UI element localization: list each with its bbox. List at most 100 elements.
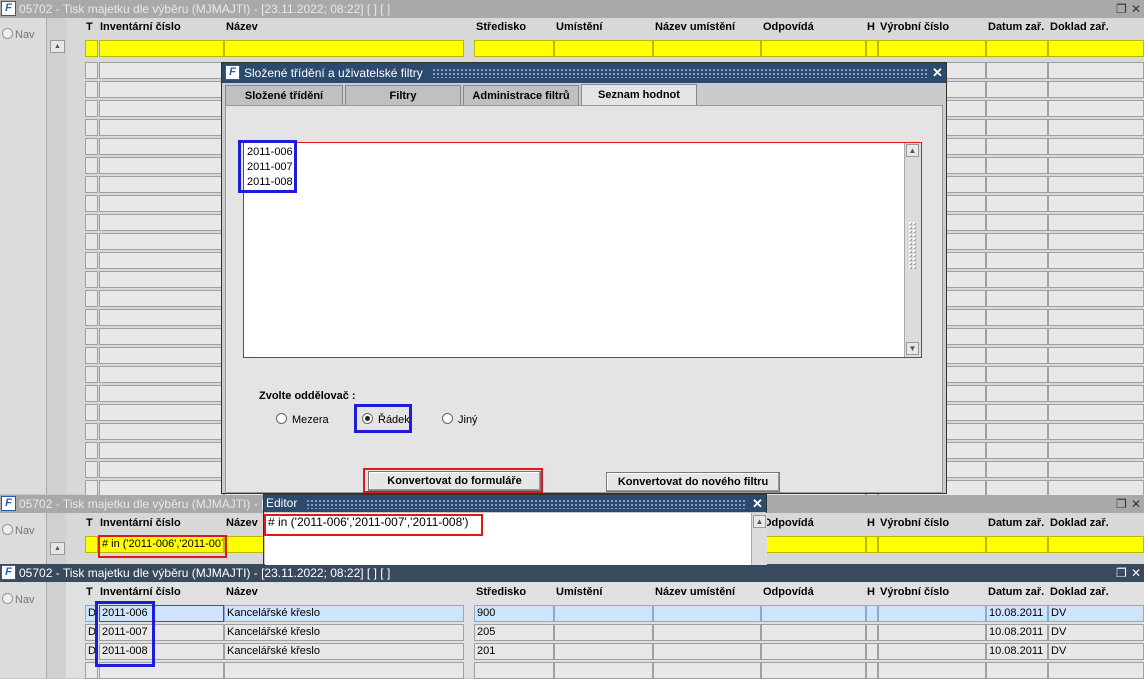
filter-cell-odpovida[interactable] (766, 536, 866, 553)
table-cell[interactable] (866, 662, 878, 679)
scroll-down-icon[interactable]: ▼ (906, 342, 919, 355)
table-cell[interactable] (1048, 100, 1144, 117)
table-cell[interactable] (85, 347, 98, 364)
close-icon[interactable]: ✕ (1131, 564, 1141, 582)
window1-scroll[interactable]: ▲ (46, 18, 68, 494)
tab-slozene-trideni[interactable]: Složené třídění (225, 85, 343, 105)
filter-cell[interactable] (653, 40, 761, 57)
tab-filtry[interactable]: Filtry (345, 85, 461, 105)
filter-cell[interactable] (474, 40, 554, 57)
table-cell[interactable] (99, 176, 224, 193)
table-cell[interactable] (85, 62, 98, 79)
table-cell[interactable] (1048, 138, 1144, 155)
scroll-up-icon[interactable]: ▲ (50, 40, 65, 53)
table-cell[interactable] (99, 385, 224, 402)
table-cell[interactable] (1048, 176, 1144, 193)
table-cell[interactable] (1048, 233, 1144, 250)
table-cell[interactable] (474, 662, 554, 679)
table-cell-nazev[interactable]: Kancelářské křeslo (224, 624, 464, 641)
table-cell[interactable] (1048, 366, 1144, 383)
table-cell[interactable] (99, 138, 224, 155)
table-cell[interactable] (99, 195, 224, 212)
editor-scrollbar[interactable]: ▲ (751, 513, 767, 565)
table-cell[interactable] (85, 214, 98, 231)
table-cell[interactable] (986, 271, 1048, 288)
scroll-up-icon[interactable]: ▲ (906, 144, 919, 157)
table-cell[interactable] (878, 662, 986, 679)
table-cell[interactable] (1048, 461, 1144, 478)
restore-icon[interactable]: ❐ (1116, 0, 1127, 18)
table-cell-odpovida[interactable] (761, 605, 866, 622)
table-cell-nazev-umisteni[interactable] (653, 624, 761, 641)
filter-cell-datum[interactable] (986, 536, 1048, 553)
table-cell[interactable] (85, 328, 98, 345)
table-cell[interactable] (85, 423, 98, 440)
table-cell[interactable] (1048, 195, 1144, 212)
table-cell[interactable] (986, 214, 1048, 231)
table-cell[interactable] (85, 81, 98, 98)
nav-toggle[interactable]: Nav (2, 28, 35, 41)
table-cell-doklad[interactable]: DV (1048, 643, 1144, 660)
table-cell-nazev-umisteni[interactable] (653, 605, 761, 622)
table-cell[interactable] (85, 138, 98, 155)
convert-to-new-filter-button[interactable]: Konvertovat do nového filtru (606, 472, 780, 492)
separator-mezera-radio[interactable]: Mezera (276, 413, 329, 426)
table-cell[interactable] (85, 176, 98, 193)
tab-seznam-hodnot[interactable]: Seznam hodnot (581, 84, 697, 106)
table-cell[interactable] (986, 176, 1048, 193)
table-cell[interactable] (99, 252, 224, 269)
table-cell[interactable] (1048, 62, 1144, 79)
table-cell[interactable] (986, 662, 1048, 679)
table-cell[interactable] (99, 461, 224, 478)
table-cell[interactable] (986, 100, 1048, 117)
table-cell[interactable] (1048, 271, 1144, 288)
table-cell-h[interactable] (866, 624, 878, 641)
table-cell[interactable] (85, 195, 98, 212)
table-cell-datum[interactable]: 10.08.2011 (986, 605, 1048, 622)
table-cell[interactable] (1048, 290, 1144, 307)
table-cell[interactable] (986, 233, 1048, 250)
restore-icon[interactable]: ❐ (1116, 495, 1127, 513)
window2-scroll[interactable]: ▲ (46, 513, 68, 564)
table-cell[interactable] (85, 290, 98, 307)
table-cell[interactable] (99, 366, 224, 383)
table-cell[interactable] (986, 252, 1048, 269)
table-cell[interactable] (1048, 157, 1144, 174)
table-cell-odpovida[interactable] (761, 643, 866, 660)
table-cell[interactable] (986, 138, 1048, 155)
table-cell-stredisko[interactable]: 900 (474, 605, 554, 622)
table-cell[interactable] (653, 662, 761, 679)
close-icon[interactable]: ✕ (1131, 495, 1141, 513)
table-cell[interactable] (99, 100, 224, 117)
filter-cell[interactable] (866, 40, 878, 57)
table-cell[interactable] (99, 271, 224, 288)
scroll-grip-icon[interactable] (908, 221, 916, 269)
table-cell[interactable] (99, 214, 224, 231)
table-cell[interactable] (1048, 442, 1144, 459)
table-cell[interactable] (986, 347, 1048, 364)
table-cell[interactable] (224, 662, 464, 679)
table-cell[interactable] (85, 366, 98, 383)
table-cell[interactable] (99, 233, 224, 250)
table-cell-stredisko[interactable]: 201 (474, 643, 554, 660)
table-cell-nazev[interactable]: Kancelářské křeslo (224, 643, 464, 660)
filter-cell-t[interactable] (85, 536, 98, 553)
filter-cell-doklad[interactable] (1048, 536, 1144, 553)
table-cell[interactable] (85, 442, 98, 459)
table-cell-nazev-umisteni[interactable] (653, 643, 761, 660)
table-cell[interactable] (554, 662, 653, 679)
table-cell[interactable] (986, 119, 1048, 136)
table-cell-datum[interactable]: 10.08.2011 (986, 643, 1048, 660)
filter-cell[interactable] (224, 40, 464, 57)
filter-cell-vyrobni[interactable] (878, 536, 986, 553)
scroll-up-icon[interactable]: ▲ (50, 542, 65, 555)
filter-cell[interactable] (99, 40, 224, 57)
table-cell[interactable] (99, 309, 224, 326)
table-cell[interactable] (986, 404, 1048, 421)
table-cell[interactable] (1048, 252, 1144, 269)
table-cell[interactable] (986, 366, 1048, 383)
table-cell[interactable] (986, 423, 1048, 440)
table-cell-doklad[interactable]: DV (1048, 605, 1144, 622)
filter-cell[interactable] (986, 40, 1048, 57)
filter-cell[interactable] (85, 40, 98, 57)
